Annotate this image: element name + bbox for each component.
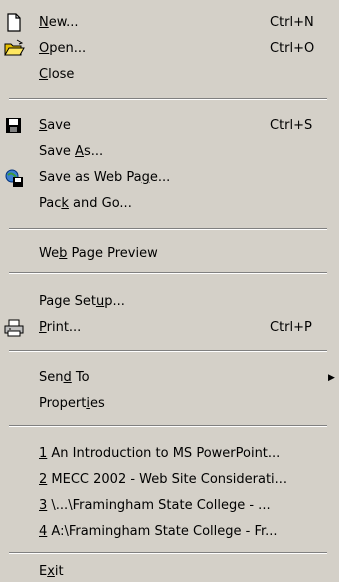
menu-item-label: Properties [39,396,105,411]
menu-item-label: 2 MECC 2002 - Web Site Considerati... [39,472,288,487]
menu-item-save[interactable]: Save Ctrl+S [0,113,339,139]
menu-item-properties[interactable]: Properties [0,391,339,417]
menu-item-send-to[interactable]: Send To ▶ [0,365,339,391]
menu-item-label: Open... [39,41,87,56]
menu-item-shortcut: Ctrl+N [270,15,314,30]
menu-separator [9,425,327,427]
submenu-arrow-icon: ▶ [328,373,335,383]
file-menu: New... Ctrl+N Open... Ctrl+O Close Save [0,0,339,579]
menu-item-page-setup[interactable]: Page Setup... [0,289,339,315]
menu-item-save-as-web-page[interactable]: Save as Web Page... [0,165,339,191]
menu-item-open[interactable]: Open... Ctrl+O [0,36,339,62]
menu-item-new[interactable]: New... Ctrl+N [0,10,339,36]
menu-item-label: Page Setup... [39,294,125,309]
menu-item-label: Web Page Preview [39,246,158,261]
menu-item-label: 3 \...\Framingham State College - ... [39,498,271,513]
floppy-disk-icon [3,115,25,137]
menu-item-label: Close [39,67,75,82]
menu-item-exit[interactable]: Exit [0,564,339,579]
menu-item-label: Pack and Go... [39,196,132,211]
menu-item-label: Print... [39,320,82,335]
menu-separator [9,552,327,554]
menu-item-label: Save [39,118,71,133]
new-document-icon [3,12,25,34]
menu-item-label: 1 An Introduction to MS PowerPoint... [39,446,281,461]
menu-item-recent-file-1[interactable]: 1 An Introduction to MS PowerPoint... [0,441,339,467]
web-page-save-icon [3,167,25,189]
menu-item-recent-file-4[interactable]: 4 A:\Framingham State College - Fr... [0,519,339,545]
menu-item-label: 4 A:\Framingham State College - Fr... [39,524,278,539]
menu-item-label: Send To [39,370,90,385]
menu-separator [9,350,327,352]
menu-item-label: Save As... [39,144,104,159]
open-folder-icon [3,38,25,60]
menu-item-shortcut: Ctrl+P [270,320,312,335]
menu-separator [9,98,327,100]
menu-item-web-page-preview[interactable]: Web Page Preview [0,241,339,267]
menu-separator [9,228,327,230]
menu-item-recent-file-2[interactable]: 2 MECC 2002 - Web Site Considerati... [0,467,339,493]
menu-item-print[interactable]: Print... Ctrl+P [0,315,339,341]
menu-item-close[interactable]: Close [0,62,339,88]
menu-item-label: New... [39,15,79,30]
menu-item-label: Exit [39,564,64,579]
menu-separator [9,272,327,274]
menu-item-shortcut: Ctrl+O [270,41,315,56]
menu-item-label: Save as Web Page... [39,170,171,185]
menu-item-save-as[interactable]: Save As... [0,139,339,165]
menu-item-recent-file-3[interactable]: 3 \...\Framingham State College - ... [0,493,339,519]
printer-icon [3,317,25,339]
menu-item-pack-and-go[interactable]: Pack and Go... [0,191,339,217]
menu-item-shortcut: Ctrl+S [270,118,313,133]
